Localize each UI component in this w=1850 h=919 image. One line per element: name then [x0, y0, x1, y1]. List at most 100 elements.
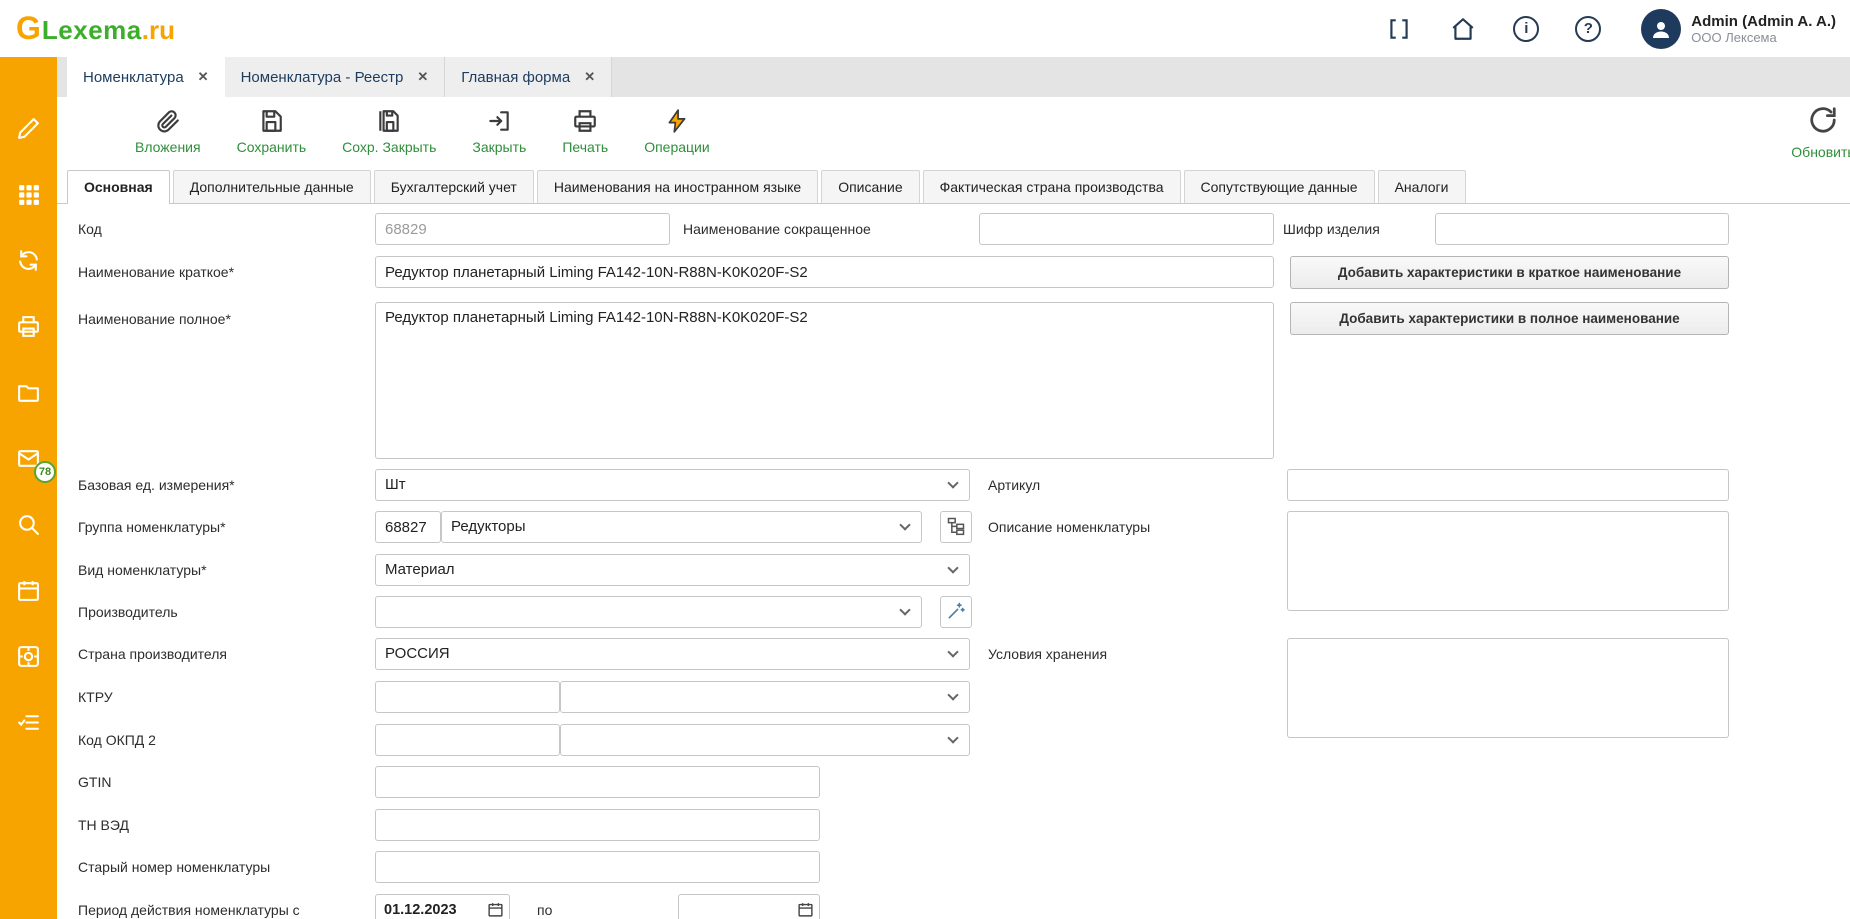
short-name-input[interactable]	[979, 213, 1274, 245]
doc-tab-glavnaya-forma[interactable]: Главная форма ✕	[445, 57, 612, 97]
article-input[interactable]	[1287, 469, 1729, 501]
period-from-datebox	[375, 894, 510, 919]
code-label: Код	[78, 213, 102, 245]
name-full-label: Наименование полное*	[78, 302, 231, 329]
sidebar-documents-button[interactable]	[0, 381, 57, 407]
form-tab-strana-proizvodstva[interactable]: Фактическая страна производства	[923, 170, 1181, 203]
nomenclature-description-textarea[interactable]	[1287, 511, 1729, 611]
logo-text: Lexema	[42, 15, 142, 46]
code-input[interactable]	[375, 213, 670, 245]
avatar	[1641, 9, 1681, 49]
printer-icon	[572, 107, 598, 134]
name-full-textarea[interactable]: Редуктор планетарный Liming FA142-10N-R8…	[375, 302, 1274, 459]
user-name: Admin (Admin A. A.)	[1691, 13, 1836, 30]
home-icon[interactable]	[1449, 15, 1477, 43]
form-tab-opisanie[interactable]: Описание	[821, 170, 919, 203]
calendar-icon[interactable]	[487, 901, 504, 919]
sidebar-mail-button[interactable]: 78	[0, 447, 57, 473]
form-tab-osnovnaya[interactable]: Основная	[67, 170, 170, 204]
okpd2-label: Код ОКПД 2	[78, 724, 156, 756]
okpd2-code-input[interactable]	[375, 724, 560, 756]
country-select[interactable]: РОССИЯ	[375, 638, 970, 670]
add-characteristics-short-button[interactable]: Добавить характеристики в краткое наимен…	[1290, 256, 1729, 289]
doc-tab-nomenklatura-reestr[interactable]: Номенклатура - Реестр ✕	[225, 57, 446, 97]
cipher-input[interactable]	[1435, 213, 1729, 245]
lexema-logo[interactable]: G Lexema .ru	[16, 10, 175, 47]
print-label: Печать	[562, 139, 608, 155]
base-unit-value: Шт	[385, 476, 406, 493]
logo-tld-text: .ru	[142, 15, 175, 46]
okpd2-select[interactable]	[560, 724, 970, 756]
ktru-label: КТРУ	[78, 681, 113, 713]
doc-tab-nomenklatura[interactable]: Номенклатура ✕	[67, 57, 225, 97]
old-number-input[interactable]	[375, 851, 820, 883]
sidebar-calendar-button[interactable]	[0, 579, 57, 605]
sidebar-modules-button[interactable]	[0, 183, 57, 209]
sidebar-settings-button[interactable]	[0, 645, 57, 671]
sidebar-sync-button[interactable]	[0, 249, 57, 275]
sidebar-edit-button[interactable]	[0, 117, 57, 143]
old-number-label: Старый номер номенклатуры	[78, 851, 270, 883]
form-tab-dopolnitelnye-dannye[interactable]: Дополнительные данные	[173, 170, 371, 203]
top-header: G Lexema .ru i ? Admin (Admin A. A.) ООО…	[0, 0, 1850, 57]
attachments-button[interactable]: Вложения	[135, 107, 201, 155]
close-tab-icon[interactable]: ✕	[198, 69, 209, 85]
search-icon	[16, 512, 41, 540]
kind-select[interactable]: Материал	[375, 554, 970, 586]
ktru-select[interactable]	[560, 681, 970, 713]
storage-conditions-label: Условия хранения	[988, 638, 1107, 670]
close-button[interactable]: Закрыть	[472, 107, 526, 155]
gtin-input[interactable]	[375, 766, 820, 798]
form-tab-buhgalterskiy-uchet[interactable]: Бухгалтерский учет	[374, 170, 534, 203]
calendar-icon[interactable]	[797, 901, 814, 919]
group-tree-button[interactable]	[940, 511, 972, 543]
operations-button[interactable]: Операции	[644, 107, 710, 155]
form-tab-analogi[interactable]: Аналоги	[1378, 170, 1466, 203]
save-button[interactable]: Сохранить	[237, 107, 307, 155]
refresh-icon	[1808, 105, 1838, 140]
printer-icon	[16, 314, 41, 342]
manufacturer-select[interactable]	[375, 596, 922, 628]
save-close-icon	[376, 107, 402, 134]
sync-icon	[16, 248, 41, 276]
pencil-icon	[16, 116, 41, 144]
operations-label: Операции	[644, 139, 710, 155]
forms-icon[interactable]	[1385, 15, 1413, 43]
form-tab-inostrannye-naimenovaniya[interactable]: Наименования на иностранном языке	[537, 170, 818, 203]
form-tab-soputstvuyushchie-dannye[interactable]: Сопутствующие данные	[1184, 170, 1375, 203]
sidebar-print-button[interactable]	[0, 315, 57, 341]
close-tab-icon[interactable]: ✕	[417, 69, 428, 85]
user-menu[interactable]: Admin (Admin A. A.) ООО Лексема	[1641, 9, 1836, 49]
storage-conditions-textarea[interactable]	[1287, 638, 1729, 738]
refresh-button[interactable]: Обновить	[1777, 105, 1850, 160]
name-short-input[interactable]	[375, 256, 1274, 288]
nomenclature-description-label: Описание номенклатуры	[988, 511, 1150, 543]
calendar-icon	[16, 578, 41, 606]
manufacturer-wizard-button[interactable]	[940, 596, 972, 628]
help-icon[interactable]: ?	[1575, 16, 1601, 42]
base-unit-select[interactable]: Шт	[375, 469, 970, 501]
group-code-input[interactable]	[375, 511, 441, 543]
print-button[interactable]: Печать	[562, 107, 608, 155]
checklist-icon	[16, 710, 41, 738]
group-value: Редукторы	[451, 518, 526, 535]
info-icon[interactable]: i	[1513, 16, 1539, 42]
add-characteristics-full-button[interactable]: Добавить характеристики в полное наимено…	[1290, 302, 1729, 335]
doc-tab-label: Главная форма	[461, 69, 570, 86]
save-label: Сохранить	[237, 139, 307, 155]
ktru-code-input[interactable]	[375, 681, 560, 713]
tnved-input[interactable]	[375, 809, 820, 841]
folder-icon	[16, 380, 41, 408]
close-tab-icon[interactable]: ✕	[584, 69, 595, 85]
sidebar-search-button[interactable]	[0, 513, 57, 539]
save-close-label: Сохр. Закрыть	[342, 139, 436, 155]
chevron-down-icon	[947, 646, 958, 657]
toolbar: Вложения Сохранить Сохр. Закрыть Закрыть…	[57, 97, 1850, 170]
group-select[interactable]: Редукторы	[441, 511, 922, 543]
base-unit-label: Базовая ед. измерения*	[78, 469, 235, 501]
sidebar-tasks-button[interactable]	[0, 711, 57, 737]
save-close-button[interactable]: Сохр. Закрыть	[342, 107, 436, 155]
body-row: 78 Номенклатура ✕	[0, 57, 1850, 919]
tree-icon	[946, 516, 966, 539]
header-actions: i ? Admin (Admin A. A.) ООО Лексема	[1385, 9, 1836, 49]
